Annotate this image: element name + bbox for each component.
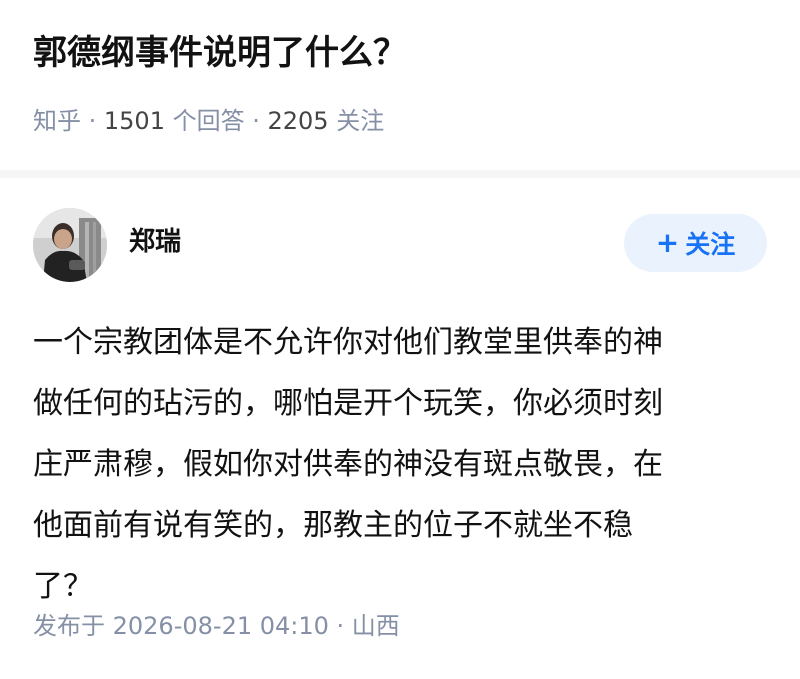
- publish-time: 发布于 2026-08-21 04:10: [33, 612, 329, 640]
- section-divider: [0, 170, 800, 178]
- question-title[interactable]: 郭德纲事件说明了什么？: [33, 28, 407, 78]
- answer-text-line: 做任何的玷污的，哪怕是开个玩笑，你必须时刻: [33, 386, 663, 421]
- meta-separator: ·: [81, 107, 104, 135]
- follower-count: 2205: [267, 107, 329, 135]
- author-name[interactable]: 郑瑞: [129, 224, 181, 260]
- answer-count: 1501: [103, 107, 165, 135]
- answer-text-line: 一个宗教团体是不允许你对他们教堂里供奉的神: [33, 325, 663, 360]
- meta-separator: ·: [244, 107, 268, 135]
- user-photo-avatar-icon: [33, 208, 107, 282]
- answer-card: 郑瑞 + 关注 一个宗教团体是不允许你对他们教堂里供奉的神 做任何的玷污的，哪怕…: [0, 178, 800, 679]
- question-meta: 知乎 · 1501 个回答 · 2205 关注: [33, 103, 384, 139]
- avatar[interactable]: [33, 208, 107, 282]
- answer-footer: 发布于 2026-08-21 04:10 · 山西: [33, 608, 400, 644]
- question-header: 郭德纲事件说明了什么？ 知乎 · 1501 个回答 · 2205 关注: [0, 0, 800, 170]
- publish-location: 山西: [351, 612, 400, 640]
- answer-text-line: 他面前有说有笑的，那教主的位子不就坐不稳: [33, 508, 633, 543]
- follower-count-unit: 关注: [328, 107, 385, 135]
- follow-button[interactable]: + 关注: [624, 214, 767, 272]
- answer-text-line: 庄严肃穆，假如你对供奉的神没有斑点敬畏，在: [33, 447, 663, 482]
- answer-content: 一个宗教团体是不允许你对他们教堂里供奉的神 做任何的玷污的，哪怕是开个玩笑，你必…: [33, 312, 773, 617]
- follow-label: 关注: [685, 230, 736, 259]
- plus-icon: +: [655, 226, 680, 259]
- footer-separator: ·: [328, 612, 352, 640]
- source-label: 知乎: [33, 107, 81, 135]
- answer-count-unit: 个回答: [164, 107, 245, 135]
